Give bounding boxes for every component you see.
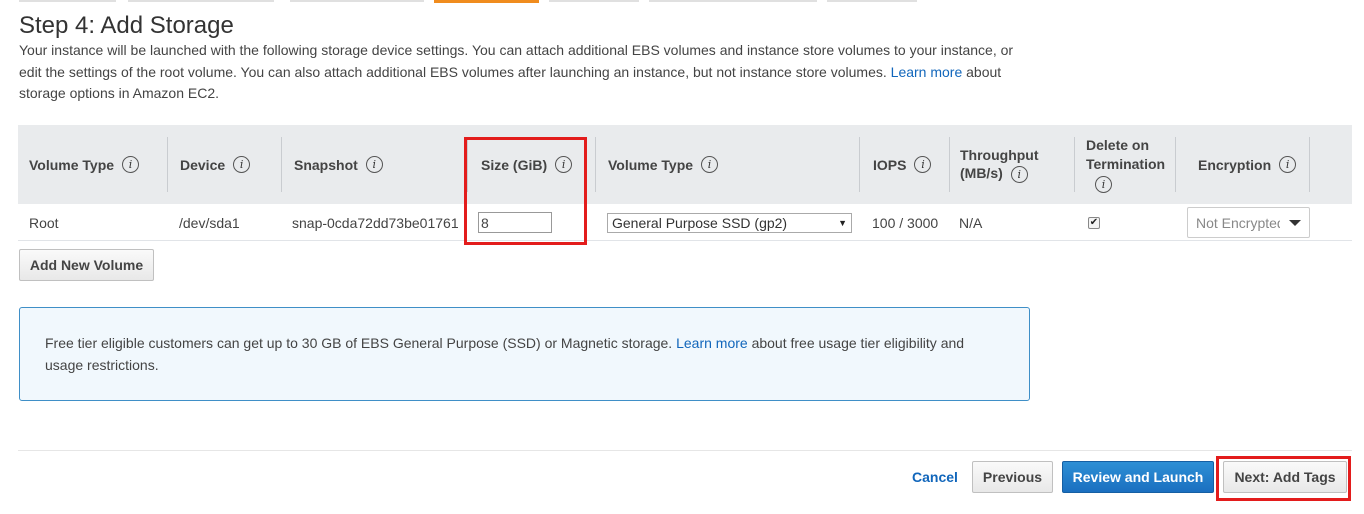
info-icon[interactable]: i [1279,156,1297,173]
wizard-step-tab-5[interactable] [549,0,639,2]
row-snapshot: snap-0cda72dd73be01761 [292,214,459,231]
volume-type-select[interactable]: General Purpose SSD (gp2) ▼ [607,212,852,233]
learn-more-free-tier-link[interactable]: Learn more [676,335,748,351]
info-icon[interactable]: i [365,156,383,173]
wizard-step-tab-3[interactable] [290,0,424,2]
storage-table-header: Volume Type i Device i Snapshot i Size (GiB… [18,125,1352,204]
info-icon[interactable]: i [233,156,251,173]
wizard-step-tab-1[interactable] [19,0,116,2]
add-new-volume-button[interactable]: Add New Volume [19,249,154,281]
learn-more-storage-link[interactable]: Learn more [891,64,963,80]
wizard-step-tab-7[interactable] [827,0,917,2]
table-row: Root /dev/sda1 snap-0cda72dd73be01761 Ge… [18,204,1352,241]
dropdown-arrow-icon [1289,219,1301,226]
header-encryption: Encryption i [1176,125,1310,204]
notice-text: Free tier eligible customers can get up … [45,335,673,351]
info-icon[interactable]: i [701,156,719,173]
delete-on-termination-checkbox[interactable]: ✔ [1088,216,1100,229]
row-iops: 100 / 3000 [872,214,939,231]
header-iops: IOPS i [860,125,950,204]
cancel-button[interactable]: Cancel [912,469,958,485]
page-description: Your instance will be launched with the … [19,40,1029,105]
info-icon[interactable]: i [122,156,140,173]
volume-type-select-value: General Purpose SSD (gp2) [612,214,788,231]
next-button-highlight [1216,456,1351,501]
header-volume-type: Volume Type i [18,125,168,204]
header-device: Device i [168,125,282,204]
chevron-down-icon: ▼ [838,217,847,228]
page-title: Step 4: Add Storage [19,12,234,39]
free-tier-notice: Free tier eligible customers can get up … [19,307,1030,401]
footer-divider [18,450,1352,451]
row-volume-type-cell: General Purpose SSD (gp2) ▼ [607,204,852,241]
header-throughput: Throughput (MB/s) i [950,125,1075,204]
review-and-launch-button[interactable]: Review and Launch [1062,461,1214,493]
wizard-step-tab-6[interactable] [649,0,817,2]
row-delete-cell: ✔ [1088,204,1100,241]
encryption-select-value: Not Encrypted [1196,214,1280,231]
header-delete-on-termination: Delete on Termination i [1075,125,1176,204]
row-volume-type: Root [29,214,59,231]
row-throughput: N/A [959,214,983,231]
header-snapshot: Snapshot i [282,125,468,204]
previous-button[interactable]: Previous [972,461,1053,493]
description-text: Your instance will be launched with the … [19,42,1014,80]
wizard-step-tab-4-active[interactable] [434,0,539,3]
header-volume-type-select: Volume Type i [596,125,860,204]
wizard-step-tab-2[interactable] [128,0,274,2]
row-device: /dev/sda1 [179,214,240,231]
size-column-highlight [464,137,587,245]
encryption-select[interactable]: Not Encrypted [1187,207,1310,238]
info-icon[interactable]: i [1010,166,1028,183]
info-icon[interactable]: i [1095,176,1112,193]
row-encryption-cell: Not Encrypted [1187,204,1310,241]
info-icon[interactable]: i [914,156,932,173]
